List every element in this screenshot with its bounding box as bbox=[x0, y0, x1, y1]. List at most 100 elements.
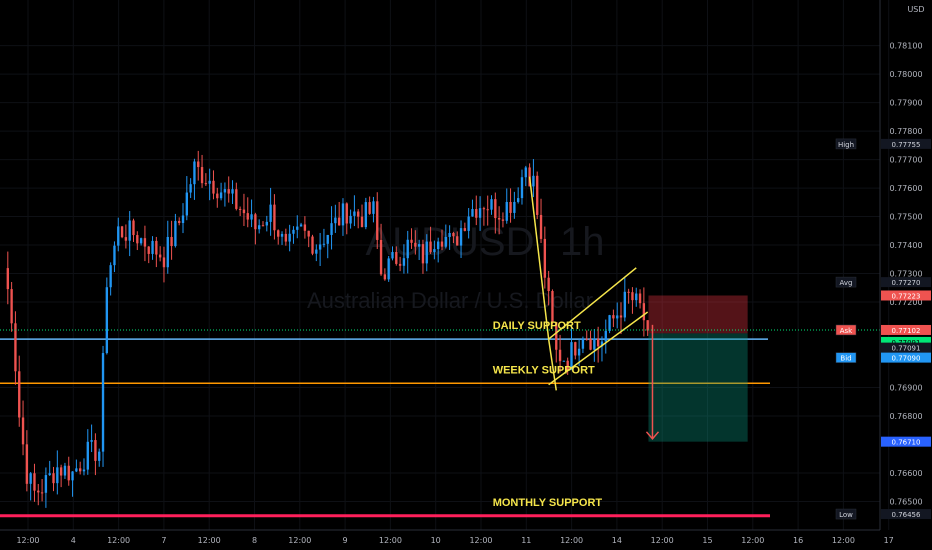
candle-body bbox=[151, 240, 154, 254]
price-tick-label: 0.77800 bbox=[889, 127, 922, 136]
candle-body bbox=[29, 473, 32, 484]
candle-body bbox=[250, 214, 253, 220]
candle-body bbox=[475, 209, 478, 218]
candle-body bbox=[204, 183, 208, 185]
candle-body bbox=[612, 315, 615, 319]
candle-body bbox=[94, 440, 97, 461]
candle-body bbox=[437, 241, 440, 250]
candle-body bbox=[139, 238, 143, 244]
price-tick-label: 0.77900 bbox=[889, 99, 922, 108]
candle-body bbox=[44, 475, 48, 493]
candle-body bbox=[642, 303, 646, 321]
candle-body bbox=[265, 221, 268, 226]
candle-body bbox=[440, 241, 444, 247]
stop-loss-zone bbox=[648, 295, 748, 334]
candle-body bbox=[280, 233, 284, 237]
candle-body bbox=[490, 199, 493, 210]
candle-body bbox=[273, 204, 276, 231]
price-tag-value: 0.77090 bbox=[892, 355, 921, 363]
candle-body bbox=[330, 223, 333, 235]
candle-body bbox=[581, 338, 585, 349]
candle-body bbox=[494, 199, 497, 219]
candle-body bbox=[341, 203, 345, 226]
price-axis[interactable]: USD 0.78100 0.78000 0.77900 0.77800 0.77700 0… bbox=[879, 0, 925, 530]
candle-body bbox=[311, 236, 314, 254]
candle-body bbox=[162, 257, 166, 268]
candle-body bbox=[52, 473, 55, 484]
price-tick-label: 0.77600 bbox=[889, 184, 922, 193]
candle-body bbox=[532, 175, 535, 187]
candle-body bbox=[558, 349, 562, 362]
candle-body bbox=[364, 202, 368, 228]
annotations: DAILY SUPPORTWEEKLY SUPPORTMONTHLY SUPPO… bbox=[493, 320, 603, 509]
candle-body bbox=[623, 291, 626, 318]
candle-body bbox=[299, 224, 303, 227]
candle-body bbox=[86, 441, 89, 470]
time-tick-label: 14 bbox=[612, 536, 622, 545]
candle-body bbox=[391, 251, 394, 259]
support-level-label: MONTHLY SUPPORT bbox=[493, 497, 603, 509]
candle-body bbox=[372, 201, 375, 214]
candle-body bbox=[37, 490, 40, 493]
candle-body bbox=[425, 241, 428, 264]
price-tag-label: Ask bbox=[840, 327, 853, 335]
candle-body bbox=[429, 241, 432, 253]
candle-body bbox=[296, 226, 299, 230]
candle-body bbox=[505, 201, 508, 221]
candle-body bbox=[353, 211, 356, 216]
candle-body bbox=[486, 209, 489, 211]
time-tick-label: 15 bbox=[702, 536, 712, 545]
candle-body bbox=[109, 265, 112, 288]
short-position[interactable] bbox=[648, 295, 748, 442]
candle-body bbox=[635, 293, 638, 301]
grid bbox=[0, 0, 890, 530]
candle-body bbox=[589, 339, 592, 350]
candle-body bbox=[227, 189, 230, 194]
candle-body bbox=[402, 258, 406, 266]
candle-body bbox=[471, 209, 474, 217]
candle-body bbox=[18, 371, 21, 418]
candle-body bbox=[608, 315, 611, 331]
currency-label: USD bbox=[907, 5, 924, 14]
candle-body bbox=[14, 323, 17, 372]
time-tick-label: 12:00 bbox=[107, 536, 130, 545]
price-tick-label: 0.77700 bbox=[889, 156, 922, 165]
candle-body bbox=[113, 245, 116, 266]
candle-body bbox=[326, 234, 329, 244]
candle-body bbox=[56, 467, 59, 484]
candle-body bbox=[90, 440, 93, 442]
candle-body bbox=[21, 417, 25, 445]
candle-body bbox=[67, 465, 70, 481]
price-tag-value: 0.77091 bbox=[892, 345, 921, 353]
price-chart[interactable]: AUDUSD 1h Australian Dollar / U.S. Dolla… bbox=[0, 0, 932, 550]
price-tick-label: 0.76500 bbox=[889, 498, 922, 507]
price-tick-label: 0.78000 bbox=[889, 70, 922, 79]
candle-body bbox=[593, 338, 596, 350]
candle-body bbox=[501, 219, 505, 221]
candle-body bbox=[509, 201, 512, 213]
candle-body bbox=[178, 220, 181, 224]
time-axis[interactable]: 12:00 4 12:00 7 12:00 8 12:00 9 12:00 10 12:00 11 12… bbox=[0, 529, 894, 545]
candle-body bbox=[277, 230, 280, 237]
candle-body bbox=[143, 238, 147, 247]
candle-body bbox=[269, 204, 272, 222]
price-tick-label: 0.77500 bbox=[889, 213, 922, 222]
candle-body bbox=[174, 220, 177, 247]
candle-body bbox=[307, 230, 310, 237]
candle-body bbox=[318, 244, 322, 250]
price-tag-value: 0.77270 bbox=[892, 279, 921, 287]
candle-body bbox=[185, 192, 188, 216]
price-tag-value: 0.77102 bbox=[892, 327, 921, 335]
time-tick-label: 8 bbox=[252, 536, 257, 545]
candle-body bbox=[254, 214, 257, 230]
candle-body bbox=[105, 287, 109, 354]
time-tick-label: 9 bbox=[343, 536, 348, 545]
candle-body bbox=[334, 217, 337, 224]
candle-body bbox=[577, 348, 581, 356]
candle-body bbox=[6, 268, 9, 290]
time-tick-label: 12:00 bbox=[832, 536, 855, 545]
price-tag-value: 0.77223 bbox=[892, 292, 921, 300]
candle-body bbox=[547, 277, 550, 292]
candle-body bbox=[619, 315, 623, 318]
candle-body bbox=[238, 208, 242, 210]
